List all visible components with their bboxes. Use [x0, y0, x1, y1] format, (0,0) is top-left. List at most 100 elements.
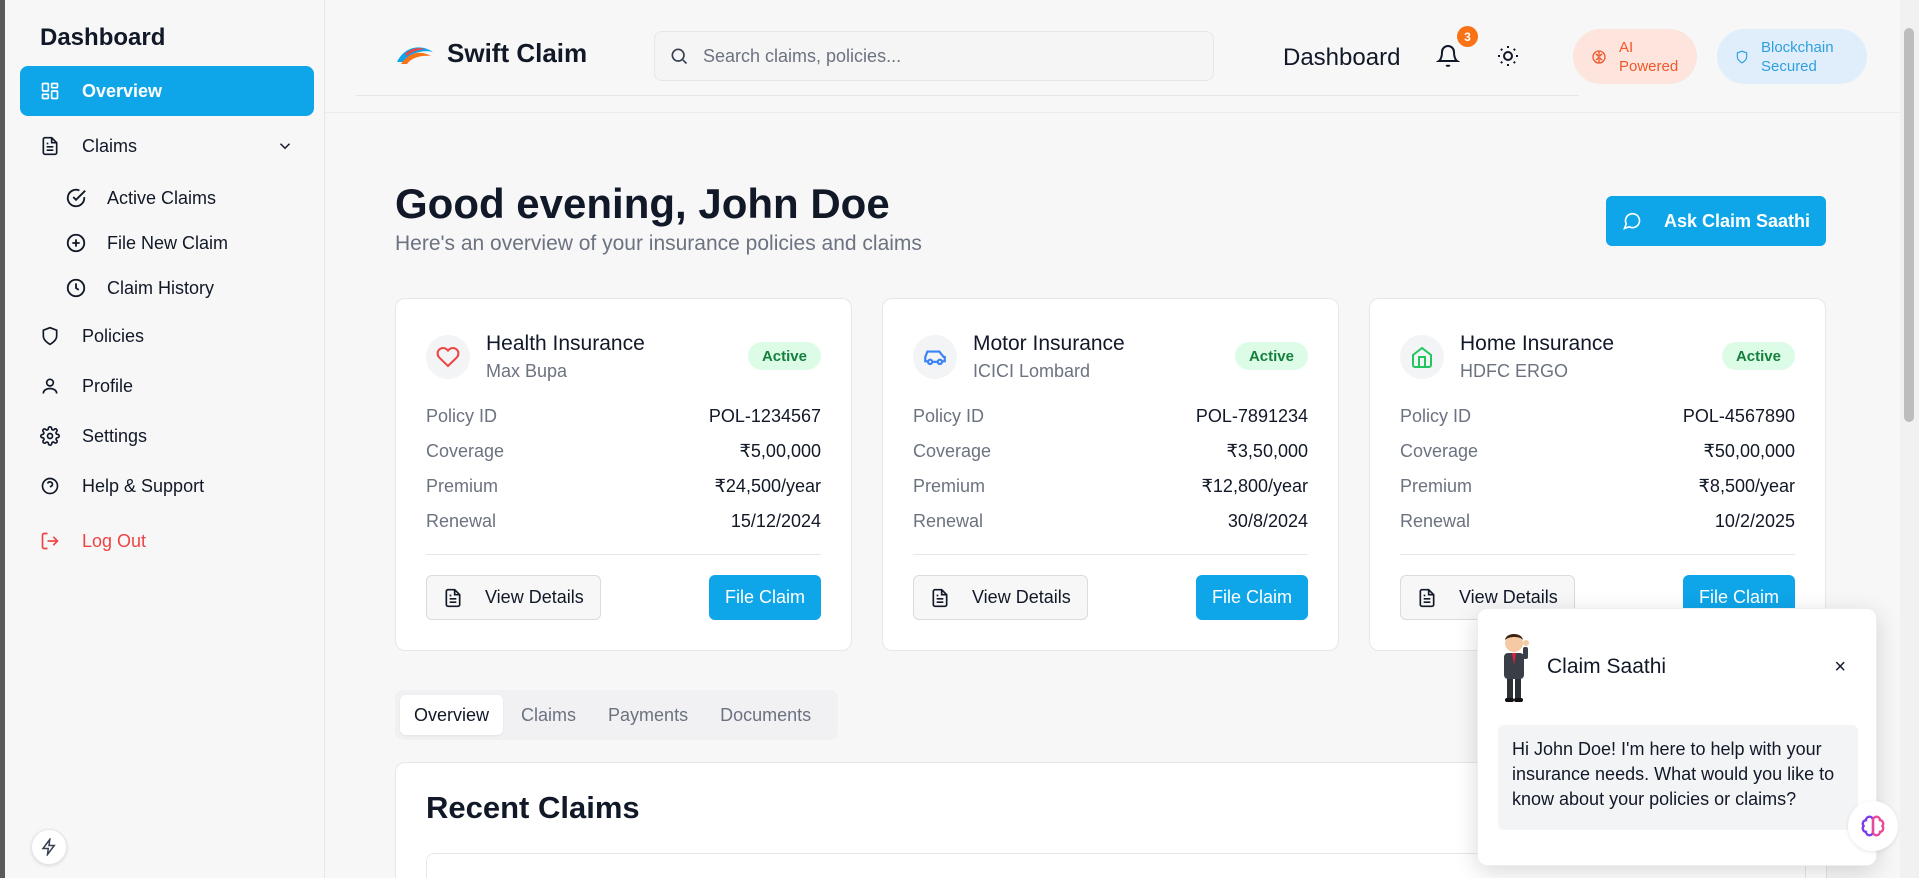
blockchain-secured-label: Blockchain Secured	[1761, 38, 1834, 75]
policy-card-home: Home Insurance HDFC ERGO Active Policy I…	[1369, 298, 1826, 651]
sidebar-title: Dashboard	[40, 24, 166, 51]
file-claim-button[interactable]: File Claim	[709, 575, 821, 620]
content-tabs: Overview Claims Payments Documents	[395, 690, 838, 740]
policy-row-id: Policy ID POL-4567890	[1400, 406, 1795, 426]
card-divider	[426, 554, 821, 555]
greeting-subtitle: Here's an overview of your insurance pol…	[395, 232, 922, 255]
card-divider	[913, 554, 1308, 555]
sidebar-subitem-active-claims[interactable]: Active Claims	[65, 178, 314, 218]
policy-row-renewal: Renewal 15/12/2024	[426, 511, 821, 531]
user-icon	[42, 378, 58, 394]
file-text-icon	[42, 136, 58, 156]
file-text-icon	[1419, 588, 1435, 607]
sidebar-item-claims[interactable]: Claims	[20, 122, 314, 170]
message-circle-icon	[1623, 212, 1641, 230]
status-badge: Active	[1234, 342, 1308, 370]
policy-icon-wrap	[426, 335, 470, 379]
sidebar-subitem-claim-history[interactable]: Claim History	[65, 268, 314, 308]
policy-icon-wrap	[1400, 335, 1444, 379]
notification-badge: 3	[1457, 26, 1478, 47]
blockchain-secured-badge: Blockchain Secured	[1717, 29, 1867, 84]
sidebar-item-label: Profile	[82, 375, 134, 396]
policy-card-health: Health Insurance Max Bupa Active Policy …	[395, 298, 852, 651]
tab-claims[interactable]: Claims	[507, 695, 590, 735]
search-box[interactable]	[654, 31, 1214, 81]
policy-row-id: Policy ID POL-7891234	[913, 406, 1308, 426]
chat-popup: Claim Saathi × Hi John Doe! I'm here to …	[1477, 608, 1877, 866]
assistant-avatar	[1504, 634, 1529, 702]
plus-circle-icon	[66, 233, 86, 253]
policy-title: Motor Insurance	[973, 332, 1125, 355]
car-icon	[924, 350, 946, 366]
ai-powered-label: AI Powered	[1619, 38, 1679, 75]
sidebar-subitem-label: Active Claims	[107, 187, 217, 208]
view-details-button[interactable]: View Details	[913, 575, 1088, 620]
header-title: Dashboard	[1283, 44, 1401, 71]
brand-name: Swift Claim	[447, 38, 588, 68]
help-circle-icon	[41, 477, 59, 495]
file-claim-button[interactable]: File Claim	[1196, 575, 1308, 620]
policy-provider: Max Bupa	[486, 361, 568, 381]
policy-row-coverage: Coverage ₹3,50,000	[913, 441, 1308, 461]
policy-title: Health Insurance	[486, 332, 645, 355]
policy-provider: HDFC ERGO	[1460, 361, 1568, 381]
sidebar-item-policies[interactable]: Policies	[20, 312, 314, 360]
greeting-heading: Good evening, John Doe	[395, 180, 890, 227]
view-details-button[interactable]: View Details	[426, 575, 601, 620]
ai-powered-badge: AI Powered	[1573, 29, 1697, 84]
status-badge: Active	[747, 342, 821, 370]
close-icon[interactable]: ×	[1834, 657, 1846, 677]
card-divider	[1400, 554, 1795, 555]
sidebar-subitem-file-new-claim[interactable]: File New Claim	[65, 223, 314, 263]
search-icon	[671, 48, 688, 65]
home-icon	[1412, 346, 1432, 368]
ask-claim-saathi-button[interactable]: Ask Claim Saathi	[1606, 196, 1826, 246]
brain-assistant-button[interactable]	[1848, 801, 1898, 851]
logout-icon	[41, 532, 59, 550]
recent-claims-title: Recent Claims	[426, 790, 640, 825]
sidebar-item-logout[interactable]: Log Out	[20, 517, 314, 565]
heart-icon	[436, 347, 460, 368]
brand[interactable]: Swift Claim	[395, 38, 587, 69]
policy-row-renewal: Renewal 10/2/2025	[1400, 511, 1795, 531]
sidebar-item-settings[interactable]: Settings	[20, 412, 314, 460]
sidebar-item-profile[interactable]: Profile	[20, 362, 314, 410]
chat-message: Hi John Doe! I'm here to help with your …	[1498, 725, 1858, 830]
file-text-icon	[445, 588, 461, 607]
sidebar-item-help-support[interactable]: Help & Support	[20, 462, 314, 510]
sun-icon[interactable]	[1496, 44, 1520, 68]
chevron-down-icon[interactable]	[276, 137, 294, 155]
shield-icon	[42, 326, 58, 346]
policy-card-motor: Motor Insurance ICICI Lombard Active Pol…	[882, 298, 1339, 651]
sidebar-item-label: Claims	[82, 135, 138, 156]
tab-documents[interactable]: Documents	[706, 695, 825, 735]
tab-payments[interactable]: Payments	[594, 695, 702, 735]
policy-title: Home Insurance	[1460, 332, 1615, 355]
brain-icon	[1861, 815, 1885, 837]
bolt-icon	[41, 838, 56, 856]
sidebar-item-label: Log Out	[82, 530, 147, 551]
check-circle-icon	[66, 188, 86, 208]
grid-icon	[41, 82, 59, 100]
bell-icon[interactable]	[1436, 44, 1460, 68]
bolt-button[interactable]	[31, 829, 67, 865]
sidebar-subitem-label: File New Claim	[107, 232, 229, 253]
clock-icon	[66, 278, 86, 298]
header-divider	[356, 95, 1579, 96]
scrollbar-thumb[interactable]	[1904, 28, 1914, 422]
brain-icon	[1592, 49, 1606, 64]
file-text-icon	[932, 588, 948, 607]
header-bottom-border	[325, 112, 1900, 113]
policy-provider: ICICI Lombard	[973, 361, 1091, 381]
chat-title: Claim Saathi	[1547, 655, 1667, 678]
tab-overview[interactable]: Overview	[400, 695, 504, 735]
status-badge: Active	[1721, 342, 1795, 370]
sidebar: Dashboard Overview Claims Active Claims …	[0, 0, 325, 878]
policy-row-id: Policy ID POL-1234567	[426, 406, 821, 426]
ask-button-label: Ask Claim Saathi	[1663, 210, 1811, 231]
sidebar-item-overview[interactable]: Overview	[20, 66, 314, 116]
sidebar-item-label: Help & Support	[82, 475, 205, 496]
search-input[interactable]	[703, 45, 1183, 67]
sidebar-subitem-label: Claim History	[107, 277, 215, 298]
policy-row-coverage: Coverage ₹5,00,000	[426, 441, 821, 461]
